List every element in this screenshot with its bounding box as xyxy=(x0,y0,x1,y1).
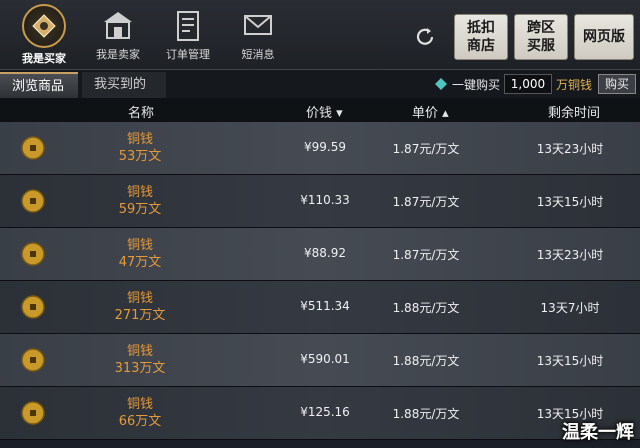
item-name: 铜钱 271万文 xyxy=(90,290,190,324)
item-name-text: 铜钱 xyxy=(126,344,153,359)
item-amount: 66万文 xyxy=(118,414,162,429)
price-cell: ¥125.16 xyxy=(300,405,350,419)
nav-item-buyer[interactable]: 我是买家 xyxy=(6,4,82,66)
item-name-text: 铜钱 xyxy=(126,238,153,253)
item-amount: 59万文 xyxy=(118,202,162,217)
nav-item-orders[interactable]: 订单管理 xyxy=(150,4,226,66)
item-name: 铜钱 53万文 xyxy=(90,131,190,165)
quantity-input[interactable]: 1,000 xyxy=(503,74,552,94)
cross-server-buy-button[interactable]: 跨区 买服 xyxy=(514,14,568,60)
currency-unit: 万铜钱 xyxy=(555,77,592,92)
price-cell: ¥590.01 xyxy=(300,352,350,366)
remaining-time-cell: 13天23小时 xyxy=(536,142,604,156)
item-amount: 313万文 xyxy=(114,361,166,376)
deduct-shop-button[interactable]: 抵扣 商店 xyxy=(454,14,508,60)
sort-up-icon: ▴ xyxy=(438,106,449,121)
refresh-icon[interactable] xyxy=(414,26,436,48)
unit-price-cell: 1.88元/万文 xyxy=(392,354,460,368)
table-row[interactable]: 铜钱 313万文 ¥590.01 1.88元/万文 13天15小时 xyxy=(0,334,640,387)
nav-item-messages[interactable]: 短消息 xyxy=(220,4,296,66)
web-version-button[interactable]: 网页版 xyxy=(574,14,634,60)
seller-icon xyxy=(104,12,132,39)
copper-coin-icon xyxy=(21,136,45,160)
copper-coin-icon xyxy=(21,189,45,213)
price-cell: ¥110.33 xyxy=(300,193,350,207)
unit-price-cell: 1.88元/万文 xyxy=(392,301,460,315)
nav-label-buyer: 我是买家 xyxy=(22,52,66,65)
nav-label-messages: 短消息 xyxy=(241,48,275,61)
item-name: 铜钱 59万文 xyxy=(90,184,190,218)
item-name-text: 铜钱 xyxy=(126,185,153,200)
price-cell: ¥511.34 xyxy=(300,299,350,313)
header-price[interactable]: 价钱 ▾ xyxy=(306,102,343,121)
item-amount: 47万文 xyxy=(118,255,162,270)
table-row[interactable]: 铜钱 66万文 ¥125.16 1.88元/万文 13天15小时 xyxy=(0,387,640,440)
quick-buy-label: 一键购买 xyxy=(451,77,500,92)
unit-price-cell: 1.87元/万文 xyxy=(392,248,460,262)
header-unit-price-label: 单价 xyxy=(412,106,439,121)
remaining-time-cell: 13天15小时 xyxy=(536,195,604,209)
nav-label-seller: 我是卖家 xyxy=(96,48,140,61)
message-icon xyxy=(244,15,272,35)
price-cell: ¥88.92 xyxy=(304,246,346,260)
item-name: 铜钱 66万文 xyxy=(90,396,190,430)
item-amount: 271万文 xyxy=(114,308,166,323)
diamond-icon xyxy=(434,78,447,90)
top-nav-bar: 我是买家 我是卖家 订单管理 短消息 抵扣 商店 跨区 买服 网页版 xyxy=(0,0,640,70)
sort-down-icon: ▾ xyxy=(332,106,343,121)
table-row[interactable]: 铜钱 47万文 ¥88.92 1.87元/万文 13天23小时 xyxy=(0,228,640,281)
unit-price-cell: 1.87元/万文 xyxy=(392,142,460,156)
item-name-text: 铜钱 xyxy=(126,397,153,412)
listing-table: 铜钱 53万文 ¥99.59 1.87元/万文 13天23小时 铜钱 59万文 ¥1… xyxy=(0,122,640,440)
item-name: 铜钱 313万文 xyxy=(90,343,190,377)
table-header: 名称 价钱 ▾ 单价 ▴ 剩余时间 xyxy=(0,98,640,122)
table-row[interactable]: 铜钱 59万文 ¥110.33 1.87元/万文 13天15小时 xyxy=(0,175,640,228)
nav-label-orders: 订单管理 xyxy=(166,48,210,61)
header-unit-price[interactable]: 单价 ▴ xyxy=(412,102,449,121)
tab-row: 浏览商品 我买到的 一键购买 1,000 万铜钱 购买 xyxy=(0,70,640,98)
buyer-icon xyxy=(22,4,66,48)
table-row[interactable]: 铜钱 53万文 ¥99.59 1.87元/万文 13天23小时 xyxy=(0,122,640,175)
item-amount: 53万文 xyxy=(118,149,162,164)
item-name-text: 铜钱 xyxy=(126,291,153,306)
unit-price-cell: 1.88元/万文 xyxy=(392,407,460,421)
table-row[interactable]: 铜钱 271万文 ¥511.34 1.88元/万文 13天7小时 xyxy=(0,281,640,334)
copper-coin-icon xyxy=(21,242,45,266)
remaining-time-cell: 13天23小时 xyxy=(536,248,604,262)
nav-item-seller[interactable]: 我是卖家 xyxy=(80,4,156,66)
remaining-time-cell: 13天7小时 xyxy=(540,301,600,315)
header-name: 名称 xyxy=(128,106,155,121)
quick-buy-area: 一键购买 1,000 万铜钱 购买 xyxy=(434,72,636,96)
item-name-text: 铜钱 xyxy=(126,132,153,147)
order-icon xyxy=(177,11,199,41)
item-name: 铜钱 47万文 xyxy=(90,237,190,271)
tab-browse-goods[interactable]: 浏览商品 xyxy=(0,72,78,98)
buy-button[interactable]: 购买 xyxy=(597,74,636,94)
header-remaining-time: 剩余时间 xyxy=(548,106,601,121)
remaining-time-cell: 13天15小时 xyxy=(536,354,604,368)
unit-price-cell: 1.87元/万文 xyxy=(392,195,460,209)
copper-coin-icon xyxy=(21,295,45,319)
copper-coin-icon xyxy=(21,401,45,425)
watermark-text: 温柔一辉 xyxy=(562,422,634,443)
header-price-label: 价钱 xyxy=(306,106,333,121)
price-cell: ¥99.59 xyxy=(304,140,346,154)
copper-coin-icon xyxy=(21,348,45,372)
tab-my-purchases[interactable]: 我买到的 xyxy=(82,72,166,98)
